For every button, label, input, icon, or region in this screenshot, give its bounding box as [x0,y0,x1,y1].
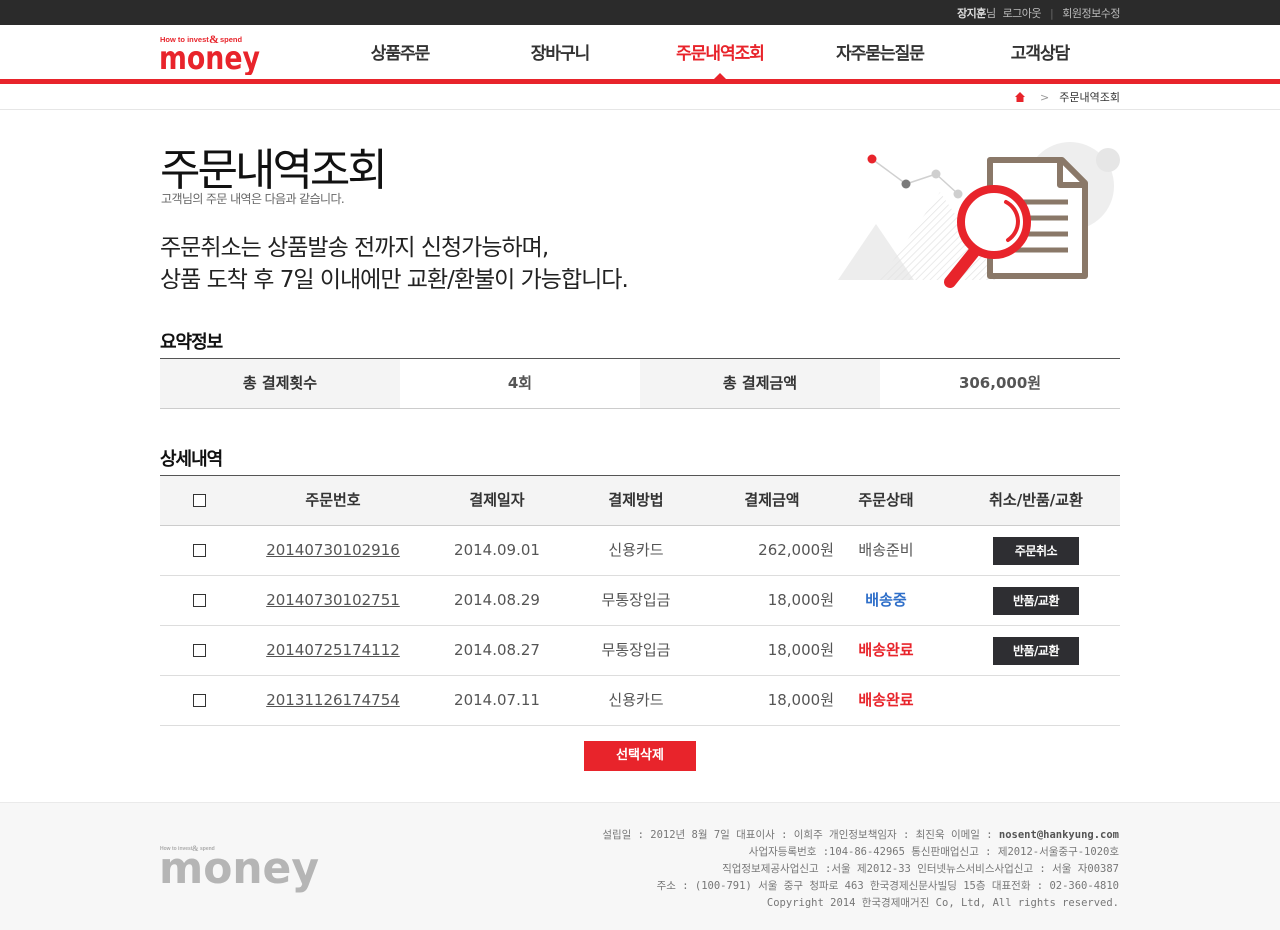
chevron-right-icon: > [1040,90,1050,104]
table-row: 20140730102916 2014.09.01 신용카드 262,000원 … [160,526,1120,576]
order-status: 배송완료 [858,641,914,659]
table-row: 20140730102751 2014.08.29 무통장입금 18,000원 … [160,576,1120,626]
order-number-link[interactable]: 20131126174754 [266,691,400,709]
delete-selected-button[interactable]: 선택삭제 [584,741,696,771]
page-subtitle: 고객님의 주문 내역은 다음과 같습니다. [161,192,345,206]
nav-item-order[interactable]: 상품주문 [320,39,480,64]
select-all-checkbox[interactable] [192,494,206,507]
total-count-label: 총 결제횟수 [160,359,400,408]
total-amount-label: 총 결제금액 [640,359,880,408]
payment-amount: 18,000원 [767,641,834,659]
top-utility-bar: 장지훈님 로그아웃 | 회원정보수정 [0,0,1280,25]
row-checkbox[interactable] [192,544,206,557]
payment-method: 무통장입금 [601,641,671,659]
company-info: 설립일 : 2012년 8월 7일 대표이사 : 이희주 개인정보책임자 : 최… [602,827,1119,912]
user-name: 장지훈 [957,7,986,20]
link-divider: | [1050,7,1054,20]
table-row: 20140725174112 2014.08.27 무통장입금 18,000원 … [160,626,1120,676]
order-status: 배송중 [865,591,907,609]
order-status: 배송준비 [858,541,914,559]
nav-item-support[interactable]: 고객상담 [960,39,1120,64]
column-header-method: 결제방법 [608,491,664,509]
footer-email[interactable]: nosent@hankyung.com [999,829,1119,841]
total-count-value: 4회 [507,374,533,392]
logout-link[interactable]: 로그아웃 [1003,7,1042,20]
policy-notice: 주문취소는 상품발송 전까지 신청가능하며, 상품 도착 후 7일 이내에만 교… [160,232,629,296]
payment-date: 2014.07.11 [454,691,540,709]
payment-amount: 18,000원 [767,691,834,709]
nav-item-order-history[interactable]: 주문내역조회 [640,39,800,64]
detail-section-title: 상세내역 [160,449,223,470]
svg-text:money: money [160,39,260,75]
column-header-date: 결제일자 [469,491,525,509]
row-checkbox[interactable] [192,594,206,607]
return-exchange-button[interactable]: 반품/교환 [993,586,1079,615]
column-header-action: 취소/반품/교환 [989,491,1083,509]
breadcrumb-current: 주문내역조회 [1059,91,1120,104]
summary-section-title: 요약정보 [160,332,223,353]
payment-method: 무통장입금 [601,591,671,609]
header-select-all-cell [160,476,238,525]
payment-date: 2014.08.27 [454,641,540,659]
page-title: 주문내역조회 [160,145,388,196]
notice-line-1: 주문취소는 상품발송 전까지 신청가능하며, [160,235,549,261]
notice-line-2: 상품 도착 후 7일 이내에만 교환/환불이 가능합니다. [160,267,629,293]
site-footer: How to invest & spend money 설립일 : 2012년 … [0,802,1280,930]
footer-line-1: 설립일 : 2012년 8월 7일 대표이사 : 이희주 개인정보책임자 : 최… [602,829,999,841]
column-header-amount: 결제금액 [744,491,800,509]
footer-money-logo: How to invest & spend money [159,843,320,895]
payment-date: 2014.09.01 [454,541,540,559]
cancel-order-button[interactable]: 주문취소 [993,536,1079,565]
site-header: How to invest & spend money 상품주문 장바구니 주문… [0,25,1280,80]
footer-line-3: 직업정보제공사업신고 :서울 제2012-33 인터넷뉴스서비스사업신고 : 서… [722,863,1119,875]
nav-item-faq[interactable]: 자주묻는질문 [800,39,960,64]
order-detail-table: 주문번호 결제일자 결제방법 결제금액 주문상태 취소/반품/교환 201407… [160,475,1120,726]
payment-amount: 262,000원 [758,541,834,559]
footer-copyright: Copyright 2014 한국경제매거진 Co, Ltd, All righ… [766,897,1119,909]
payment-amount: 18,000원 [767,591,834,609]
svg-text:money: money [160,843,319,894]
order-number-link[interactable]: 20140730102751 [266,591,400,609]
table-header-row: 주문번호 결제일자 결제방법 결제금액 주문상태 취소/반품/교환 [160,476,1120,526]
payment-date: 2014.08.29 [454,591,540,609]
return-exchange-button[interactable]: 반품/교환 [993,636,1079,665]
payment-method: 신용카드 [608,691,664,709]
footer-line-4: 주소 : (100-791) 서울 중구 청파로 463 한국경제신문사빌딩 1… [656,880,1119,892]
user-suffix: 님 [985,7,996,20]
order-number-link[interactable]: 20140730102916 [266,541,400,559]
breadcrumb-bar: > 주문내역조회 [0,84,1280,110]
order-search-illustration [836,140,1126,300]
home-icon[interactable] [1014,91,1026,103]
column-header-status: 주문상태 [858,491,914,509]
column-header-order-no: 주문번호 [305,491,361,509]
table-row: 20131126174754 2014.07.11 신용카드 18,000원 배… [160,676,1120,726]
breadcrumb: > 주문내역조회 [1014,89,1120,105]
footer-line-2: 사업자등록번호 :104-86-42965 통신판매업신고 : 제2012-서울… [748,846,1119,858]
money-logo[interactable]: How to invest & spend money [159,32,260,77]
row-checkbox[interactable] [192,644,206,657]
edit-profile-link[interactable]: 회원정보수정 [1062,7,1120,20]
summary-table: 총 결제횟수 4회 총 결제금액 306,000원 [160,358,1120,409]
user-links: 장지훈님 로그아웃 | 회원정보수정 [957,5,1120,21]
order-number-link[interactable]: 20140725174112 [266,641,400,659]
nav-item-cart[interactable]: 장바구니 [480,39,640,64]
row-checkbox[interactable] [192,694,206,707]
total-amount-value: 306,000원 [958,374,1042,392]
action-cell-empty [952,676,1120,725]
order-status: 배송완료 [858,691,914,709]
payment-method: 신용카드 [608,541,664,559]
